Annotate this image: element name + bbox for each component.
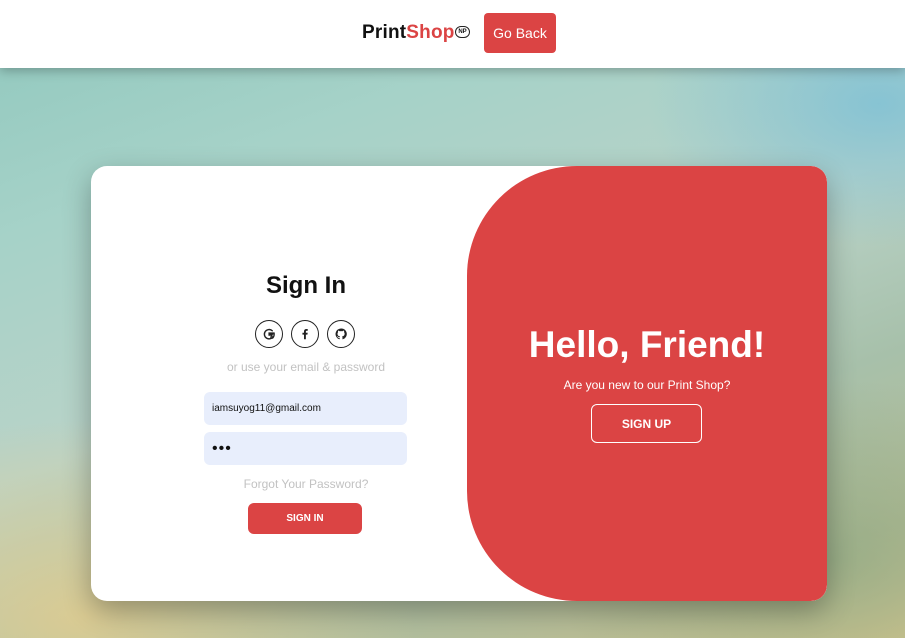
password-field[interactable]: •••	[204, 432, 407, 465]
signin-title: Sign In	[266, 272, 346, 299]
alt-login-text: or use your email & password	[226, 360, 386, 374]
brand-print-text: Print	[362, 22, 407, 43]
github-icon	[335, 328, 347, 340]
signin-button[interactable]: SIGN IN	[248, 503, 362, 534]
forgot-password-link[interactable]: Forgot Your Password?	[91, 477, 521, 491]
auth-card: Sign In or use your email & password iam…	[91, 166, 827, 601]
google-login-button[interactable]	[255, 320, 283, 348]
signup-overlay-panel: Hello, Friend! Are you new to our Print …	[467, 166, 827, 601]
overlay-subtitle: Are you new to our Print Shop?	[563, 378, 731, 392]
go-back-button[interactable]: Go Back	[484, 13, 556, 53]
facebook-icon	[302, 329, 308, 340]
brand-badge: NP	[455, 26, 470, 38]
signup-button[interactable]: SIGN UP	[591, 404, 702, 443]
social-login-group	[255, 320, 357, 348]
top-navbar: PrintShop NP Go Back	[0, 0, 905, 68]
overlay-title: Hello, Friend!	[528, 324, 766, 365]
brand-shop-text: Shop	[406, 22, 455, 43]
github-login-button[interactable]	[327, 320, 355, 348]
email-field[interactable]: iamsuyog11@gmail.com	[204, 392, 407, 425]
google-icon	[263, 328, 275, 340]
facebook-login-button[interactable]	[291, 320, 319, 348]
brand-logo[interactable]: PrintShop	[362, 22, 455, 44]
